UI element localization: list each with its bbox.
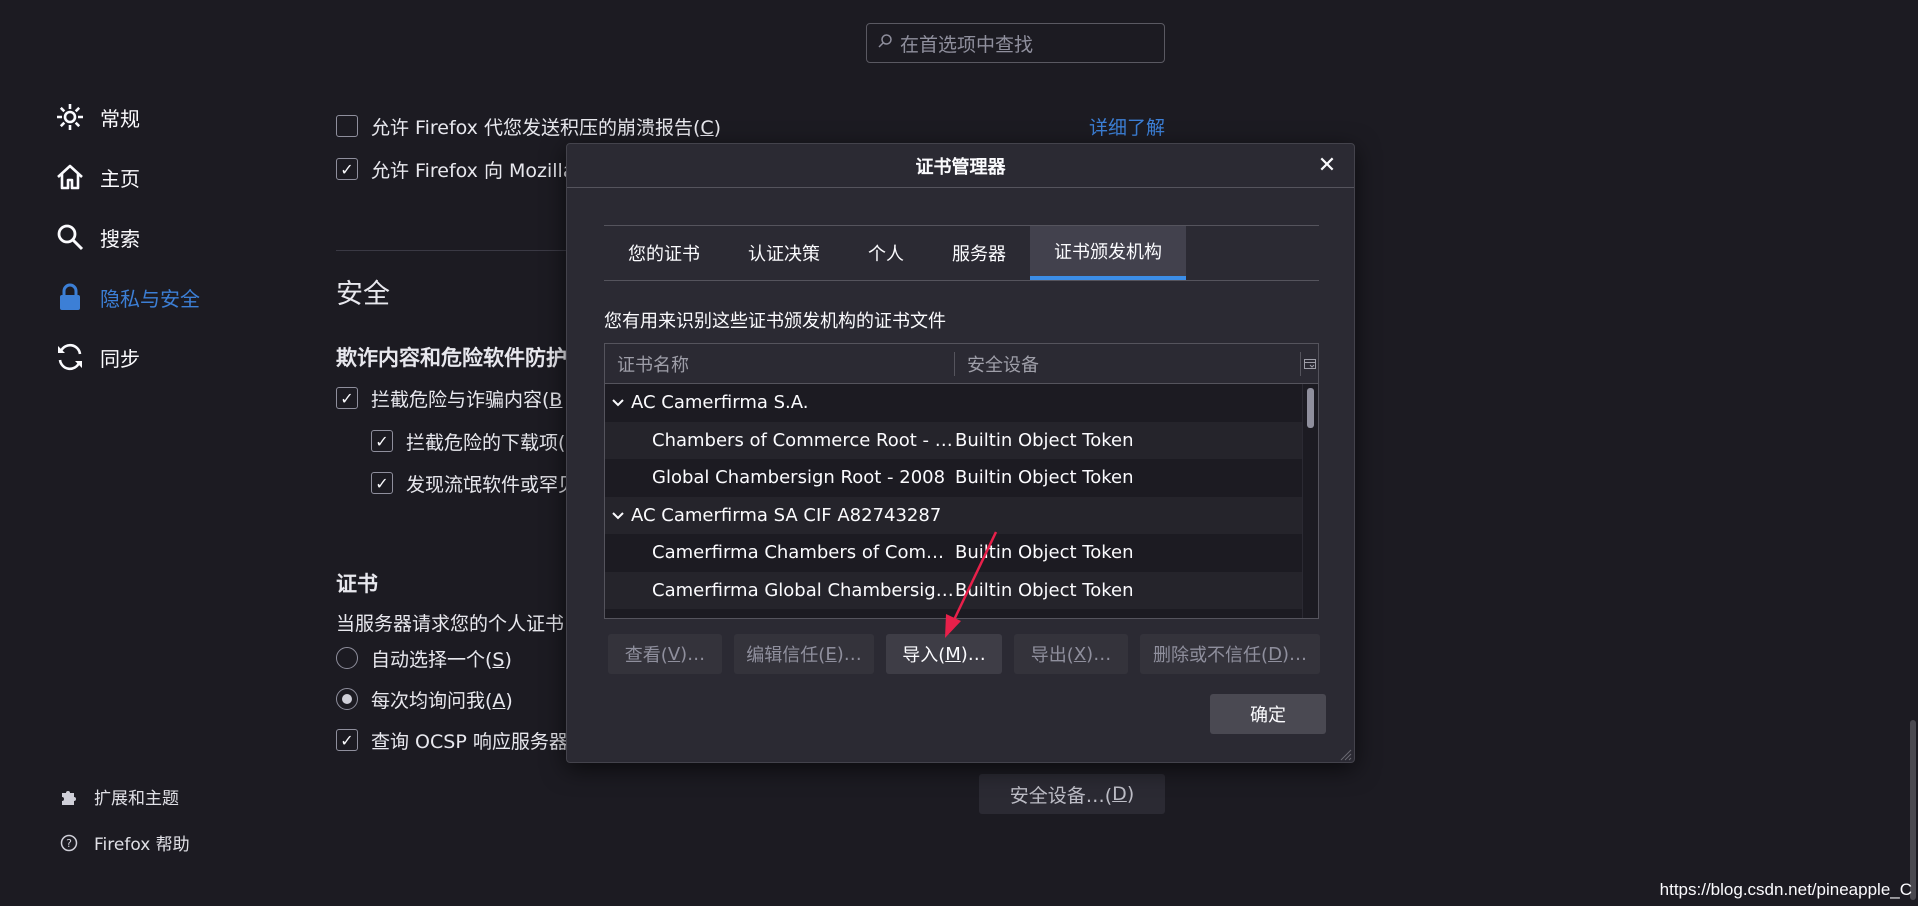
security-heading: 安全 [336, 279, 390, 310]
watermark: https://blog.csdn.net/pineapple_C [1659, 880, 1912, 899]
help-icon: ? [58, 832, 80, 854]
sidebar-item-sync[interactable]: 同步 [54, 337, 140, 377]
tab-authorities[interactable]: 证书颁发机构 [1030, 226, 1186, 280]
column-header-name[interactable]: 证书名称 [605, 351, 955, 376]
tree-row-group[interactable]: AC Camerfirma S.A. [605, 384, 1302, 422]
sidebar: 常规 主页 搜索 隐私与安全 同步 扩展和主题 ? Firefox 帮助 [0, 0, 300, 906]
certificate-manager-dialog: 证书管理器 ✕ 您的证书 认证决策 个人 服务器 证书颁发机构 您有用来识别这些… [566, 143, 1355, 763]
export-button[interactable]: 导出(X)… [1014, 634, 1128, 674]
tab-your-certificates[interactable]: 您的证书 [604, 226, 724, 280]
learn-more-link[interactable]: 详细了解 [1089, 113, 1165, 140]
deceptive-content-heading: 欺诈内容和危险软件防护 [336, 346, 567, 370]
sidebar-item-home[interactable]: 主页 [54, 157, 140, 197]
sidebar-item-general[interactable]: 常规 [54, 97, 140, 137]
technical-data-checkbox[interactable]: ✓ [336, 158, 358, 180]
cert-tabs: 您的证书 认证决策 个人 服务器 证书颁发机构 [604, 225, 1319, 281]
tree-scrollbar[interactable] [1302, 384, 1318, 618]
tree-scrollbar-thumb[interactable] [1307, 388, 1314, 428]
sidebar-item-label: 扩展和主题 [94, 789, 179, 809]
close-icon[interactable]: ✕ [1314, 152, 1340, 178]
chevron-down-icon[interactable] [611, 392, 625, 413]
certificates-heading: 证书 [336, 572, 378, 596]
view-button[interactable]: 查看(V)… [608, 634, 722, 674]
tab-people[interactable]: 个人 [844, 226, 928, 280]
sync-icon [54, 341, 86, 373]
search-placeholder: 在首选项中查找 [900, 33, 1034, 56]
certificate-tree[interactable]: 证书名称 安全设备 AC Camerfirma S.A. Chambers of… [604, 343, 1319, 619]
block-downloads-label: 拦截危险的下载项( [406, 432, 566, 454]
preferences-page: 在首选项中查找 常规 主页 搜索 隐私与安全 同步 扩展和主题 ? Firefo… [0, 0, 1918, 906]
technical-data-label: 允许 Firefox 向 Mozilla [371, 160, 575, 182]
warn-unwanted-checkbox[interactable]: ✓ [371, 472, 393, 494]
tab-servers[interactable]: 服务器 [928, 226, 1030, 280]
import-button[interactable]: 导入(M)… [886, 634, 1002, 674]
gear-icon [54, 101, 86, 133]
ask-every-time-label: 每次均询问我(A) [371, 690, 513, 712]
column-header-device[interactable]: 安全设备 [955, 352, 1300, 376]
tab-authentication-decisions[interactable]: 认证决策 [724, 226, 844, 280]
edit-trust-button[interactable]: 编辑信任(E)… [734, 634, 874, 674]
sidebar-item-help[interactable]: ? Firefox 帮助 [58, 830, 190, 855]
sidebar-item-label: 隐私与安全 [100, 286, 200, 311]
tree-row[interactable]: Camerfirma Global Chambersign Root Built… [605, 571, 1302, 609]
block-dangerous-label: 拦截危险与诈骗内容(B [371, 389, 563, 411]
svg-text:?: ? [66, 837, 72, 850]
section-divider [336, 250, 566, 251]
security-devices-button[interactable]: 安全设备…(D) [979, 774, 1165, 814]
sidebar-item-search[interactable]: 搜索 [54, 217, 140, 257]
tree-row[interactable]: Camerfirma Chambers of Commerce Root Bui… [605, 534, 1302, 572]
ocsp-label: 查询 OCSP 响应服务器 [371, 731, 568, 753]
certificates-description: 当服务器请求您的个人证书 [336, 613, 565, 635]
puzzle-icon [58, 786, 80, 808]
column-picker-icon[interactable] [1300, 351, 1318, 376]
auto-select-label: 自动选择一个(S) [371, 649, 512, 671]
page-scrollbar[interactable] [1910, 720, 1916, 900]
home-icon [54, 161, 86, 193]
search-icon [54, 221, 86, 253]
auto-select-radio[interactable] [336, 647, 358, 669]
cert-action-buttons: 查看(V)… 编辑信任(E)… 导入(M)… 导出(X)… 删除或不信任(D)… [608, 634, 1320, 674]
sidebar-item-label: 常规 [100, 106, 140, 131]
block-downloads-checkbox[interactable]: ✓ [371, 430, 393, 452]
search-input[interactable]: 在首选项中查找 [866, 23, 1165, 63]
sidebar-item-extensions[interactable]: 扩展和主题 [58, 784, 179, 809]
crash-report-checkbox[interactable] [336, 115, 358, 137]
sidebar-item-label: 搜索 [100, 226, 140, 251]
sidebar-item-label: 同步 [100, 346, 140, 371]
dialog-title: 证书管理器 [567, 144, 1354, 188]
delete-distrust-button[interactable]: 删除或不信任(D)… [1140, 634, 1320, 674]
sidebar-item-privacy[interactable]: 隐私与安全 [54, 277, 200, 317]
tree-row[interactable]: Global Chambersign Root - 2008 Builtin O… [605, 459, 1302, 497]
chevron-down-icon[interactable] [611, 505, 625, 526]
ok-button[interactable]: 确定 [1210, 694, 1326, 734]
crash-report-label: 允许 Firefox 代您发送积压的崩溃报告(C) [371, 117, 722, 139]
lock-icon [54, 281, 86, 313]
search-icon [877, 32, 893, 54]
tree-body: AC Camerfirma S.A. Chambers of Commerce … [605, 384, 1318, 609]
authorities-description: 您有用来识别这些证书颁发机构的证书文件 [604, 311, 946, 332]
tree-header: 证书名称 安全设备 [605, 344, 1318, 384]
ask-every-time-radio[interactable] [336, 688, 358, 710]
block-dangerous-checkbox[interactable]: ✓ [336, 387, 358, 409]
warn-unwanted-label: 发现流氓软件或罕见 [406, 474, 578, 496]
sidebar-item-label: Firefox 帮助 [94, 835, 190, 855]
resize-grip-icon[interactable] [1338, 746, 1352, 761]
tree-row[interactable]: Chambers of Commerce Root - 2008 Builtin… [605, 421, 1302, 459]
ocsp-checkbox[interactable]: ✓ [336, 729, 358, 751]
sidebar-item-label: 主页 [100, 166, 140, 191]
tree-row-group[interactable]: AC Camerfirma SA CIF A82743287 [605, 496, 1302, 534]
